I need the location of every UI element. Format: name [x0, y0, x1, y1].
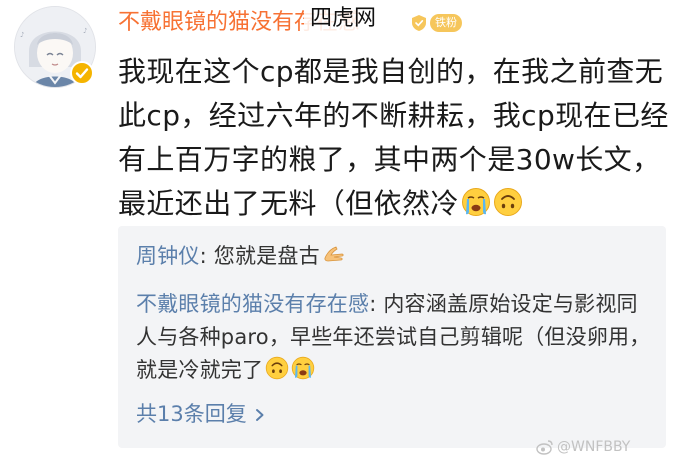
fan-level-badge[interactable]: 铁粉	[410, 13, 462, 33]
reply-text: 您就是盘古	[213, 244, 320, 268]
shield-badge-icon	[412, 15, 426, 31]
crying-emoji	[461, 187, 491, 217]
footer-watermark: @WNFBBY	[536, 437, 630, 457]
svg-text:♪: ♪	[83, 27, 87, 35]
crying-emoji	[291, 356, 315, 380]
bowing-hands-emoji	[322, 242, 346, 266]
weibo-post-screen: ♪ ♪ 不戴眼镜的猫没有存在感 四虎网 铁粉 我现在这个cp都是我自创的，在我之…	[0, 0, 690, 462]
reply-count-label: 共13条回复	[136, 402, 247, 426]
svg-text:♪: ♪	[20, 31, 24, 39]
verified-check-icon	[70, 61, 94, 85]
reply-item[interactable]: 周钟仪: 您就是盘古	[136, 240, 656, 273]
weibo-logo-icon	[536, 440, 553, 455]
replies-panel: 周钟仪: 您就是盘古 不戴眼镜的猫没有存在感: 内容涵盖原始设定与影视同人与各种…	[118, 226, 666, 448]
reply-author[interactable]: 不戴眼镜的猫没有存在感	[136, 292, 369, 316]
footer-watermark-text: @WNFBBY	[557, 439, 631, 455]
reply-separator: :	[199, 244, 214, 268]
post-text: 我现在这个cp都是我自创的，在我之前查无此cp，经过六年的不断耕耘，我cp现在已…	[118, 55, 669, 220]
upside-down-face-emoji	[493, 187, 523, 217]
upside-down-face-emoji	[265, 356, 289, 380]
chevron-right-icon	[255, 408, 264, 421]
view-all-replies-link[interactable]: 共13条回复	[136, 398, 267, 431]
post-body: 我现在这个cp都是我自创的，在我之前查无此cp，经过六年的不断耕耘，我cp现在已…	[118, 50, 674, 226]
reply-item[interactable]: 不戴眼镜的猫没有存在感: 内容涵盖原始设定与影视同人与各种paro，早些年还尝试…	[136, 288, 656, 387]
reply-author[interactable]: 周钟仪	[136, 244, 200, 268]
fan-level-label: 铁粉	[430, 14, 462, 32]
site-watermark: 四虎网	[304, 4, 383, 34]
reply-separator: :	[369, 292, 384, 316]
